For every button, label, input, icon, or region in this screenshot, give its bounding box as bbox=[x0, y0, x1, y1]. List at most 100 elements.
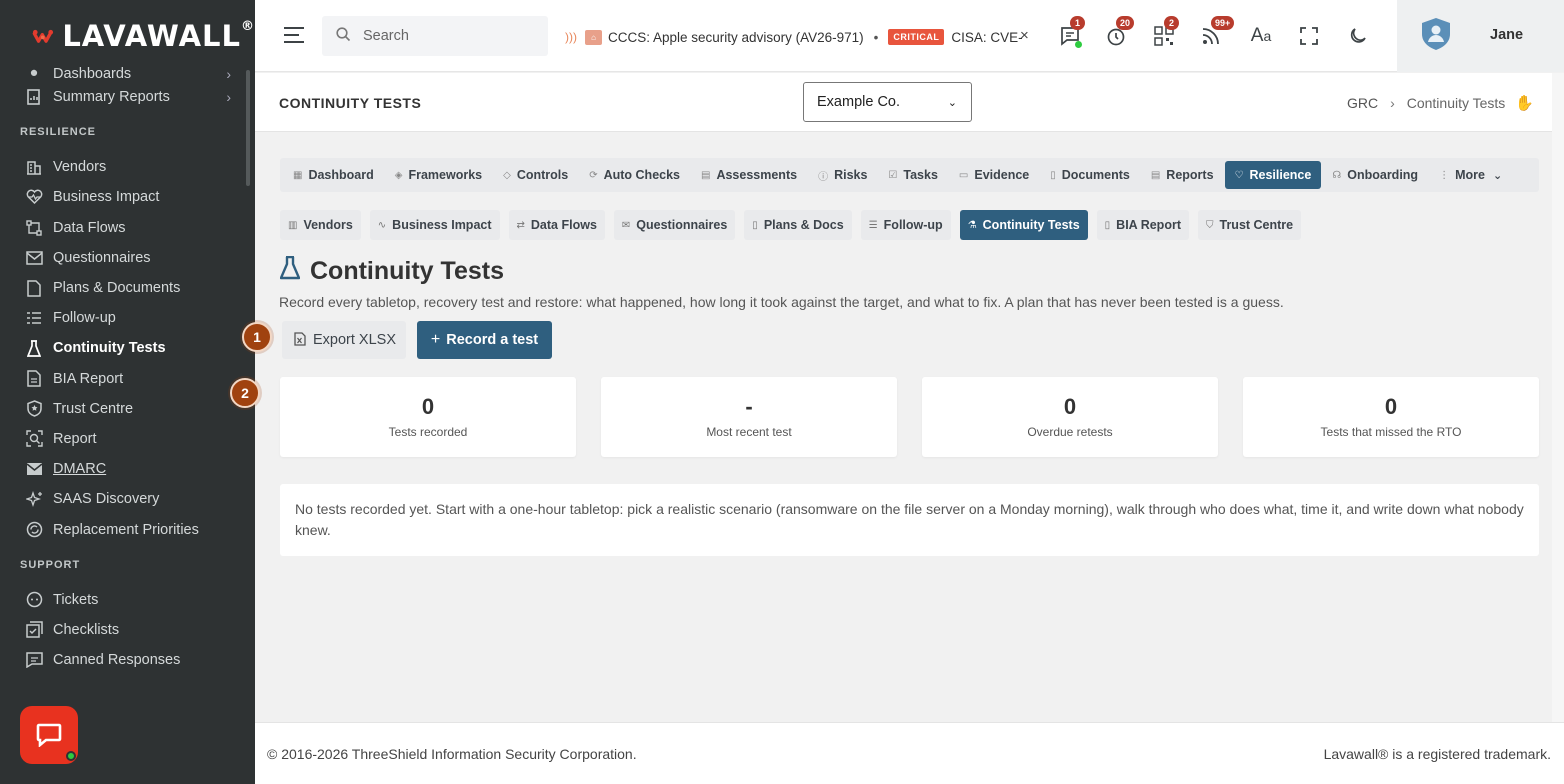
breadcrumb-item-current: Continuity Tests bbox=[1406, 95, 1506, 111]
chevron-right-icon: › bbox=[226, 66, 231, 82]
feeds-icon[interactable]: 99+ bbox=[1199, 16, 1235, 48]
messages-badge: 1 bbox=[1070, 16, 1085, 30]
sidebar-item-questionnaires[interactable]: Questionnaires bbox=[0, 243, 255, 273]
news-ticker[interactable]: ))) ⌂ CCCS: Apple security advisory (AV2… bbox=[565, 26, 1305, 48]
report-icon: ▤ bbox=[1150, 169, 1161, 181]
tab-frameworks[interactable]: ◈ Frameworks bbox=[395, 168, 482, 182]
sidebar-item-label: Continuity Tests bbox=[53, 340, 166, 357]
subtab-vendors[interactable]: ▥ Vendors bbox=[280, 210, 361, 240]
sidebar-item-continuity-tests[interactable]: Continuity Tests bbox=[0, 333, 255, 363]
page-description: Record every tabletop, recovery test and… bbox=[279, 294, 1284, 310]
sidebar-item-label: Checklists bbox=[53, 621, 120, 638]
stat-value: 0 bbox=[1384, 394, 1398, 419]
subtab-plans-docs[interactable]: ▯ Plans & Docs bbox=[744, 210, 852, 240]
sidebar-item-label: Canned Responses bbox=[53, 652, 181, 669]
fullscreen-icon[interactable] bbox=[1297, 24, 1321, 48]
tab-resilience[interactable]: ♡ Resilience bbox=[1224, 161, 1322, 189]
subtab-questionnaires[interactable]: ✉ Questionnaires bbox=[613, 210, 736, 240]
user-menu[interactable]: Jane bbox=[1397, 0, 1564, 72]
sidebar-item-data-flows[interactable]: Data Flows bbox=[0, 213, 255, 243]
sidebar-item-bia-report[interactable]: BIA Report bbox=[0, 364, 255, 394]
stat-value: - bbox=[745, 394, 753, 419]
record-test-button[interactable]: + Record a test bbox=[417, 321, 552, 359]
tab-more[interactable]: ⋮ More ⌄ bbox=[1439, 168, 1502, 182]
page-scrollbar[interactable] bbox=[1552, 73, 1564, 723]
more-icon: ⋮ bbox=[1439, 169, 1450, 181]
stat-label: Overdue retests bbox=[1027, 425, 1113, 439]
search-input[interactable]: Search bbox=[322, 16, 548, 56]
close-ticker-icon[interactable]: × bbox=[1020, 27, 1029, 44]
lavawall-logo-icon bbox=[32, 29, 54, 43]
dark-mode-icon[interactable] bbox=[1346, 24, 1370, 48]
building-icon: ▥ bbox=[288, 219, 298, 231]
tab-dashboard[interactable]: ▦ Dashboard bbox=[293, 168, 374, 182]
envelope-check-icon bbox=[25, 460, 43, 478]
sub-tabs: ▥ Vendors ∿ Business Impact ⇄ Data Flows ✉ Q… bbox=[280, 210, 1310, 240]
subtab-bia-report[interactable]: ▯ BIA Report bbox=[1096, 210, 1189, 240]
sidebar-item-summary-reports[interactable]: Summary Reports › bbox=[0, 82, 255, 112]
tab-documents[interactable]: ▯ Documents bbox=[1050, 168, 1130, 182]
critical-badge: CRITICAL bbox=[888, 29, 945, 45]
sidebar-item-label: Questionnaires bbox=[53, 249, 151, 266]
sidebar: LAVAWALL® ● Dashboards › Summary Reports… bbox=[0, 0, 255, 784]
checkbox-icon: ☑ bbox=[888, 169, 898, 181]
messages-icon[interactable]: 1 bbox=[1058, 16, 1085, 48]
sidebar-item-trust-centre[interactable]: Trust Centre bbox=[0, 394, 255, 424]
sidebar-item-canned-responses[interactable]: Canned Responses bbox=[0, 645, 255, 675]
tab-tasks[interactable]: ☑ Tasks bbox=[888, 168, 937, 182]
sidebar-item-report[interactable]: Report bbox=[0, 424, 255, 454]
ticker-item[interactable]: CISA: CVE- bbox=[951, 30, 1022, 45]
heart-pulse-icon bbox=[25, 188, 43, 206]
sidebar-item-tickets[interactable]: Tickets bbox=[0, 585, 255, 615]
info-icon: ⓘ bbox=[818, 171, 829, 183]
organization-select[interactable]: Example Co. ⌄ bbox=[803, 82, 972, 122]
subtab-continuity-tests[interactable]: ⚗ Continuity Tests bbox=[959, 210, 1088, 240]
subtab-label: Follow-up bbox=[883, 218, 943, 232]
tab-auto-checks[interactable]: ⟳ Auto Checks bbox=[589, 168, 680, 182]
sidebar-item-plans-documents[interactable]: Plans & Documents bbox=[0, 273, 255, 303]
subtab-business-impact[interactable]: ∿ Business Impact bbox=[369, 210, 500, 240]
refresh-icon: ⟳ bbox=[589, 169, 598, 181]
font-size-icon[interactable]: Aa bbox=[1248, 24, 1274, 48]
subtab-label: Trust Centre bbox=[1219, 218, 1294, 232]
sidebar-scrollbar[interactable] bbox=[246, 70, 250, 186]
sidebar-item-checklists[interactable]: Checklists bbox=[0, 615, 255, 645]
sidebar-item-saas-discovery[interactable]: SAAS Discovery bbox=[0, 484, 255, 514]
mail-icon bbox=[25, 249, 43, 267]
tab-onboarding[interactable]: ☊ Onboarding bbox=[1332, 168, 1418, 182]
tab-assessments[interactable]: ▤ Assessments bbox=[701, 168, 797, 182]
breadcrumb-item-grc[interactable]: GRC bbox=[1347, 95, 1378, 111]
subtab-follow-up[interactable]: ☰ Follow-up bbox=[860, 210, 951, 240]
sidebar-item-dashboards[interactable]: ● Dashboards › bbox=[0, 60, 255, 82]
tab-reports[interactable]: ▤ Reports bbox=[1151, 168, 1214, 182]
heart-icon: ♡ bbox=[1234, 169, 1244, 181]
stat-label: Most recent test bbox=[706, 425, 792, 439]
tab-risks[interactable]: ⓘ Risks bbox=[818, 168, 867, 183]
subtab-label: Continuity Tests bbox=[982, 218, 1080, 232]
sidebar-item-dmarc[interactable]: DMARC bbox=[0, 454, 255, 484]
timer-icon[interactable]: 20 bbox=[1104, 16, 1135, 48]
hand-cursor-icon: ✋ bbox=[1515, 95, 1534, 112]
layers-icon: ◈ bbox=[394, 169, 403, 181]
stat-value: 0 bbox=[1063, 394, 1077, 419]
sidebar-section-resilience: RESILIENCE bbox=[20, 126, 97, 139]
menu-icon[interactable] bbox=[283, 26, 305, 44]
user-name: Jane bbox=[1490, 27, 1524, 43]
stat-value: 0 bbox=[421, 394, 435, 419]
sidebar-item-replacement-priorities[interactable]: Replacement Priorities bbox=[0, 514, 255, 544]
sidebar-item-business-impact[interactable]: Business Impact bbox=[0, 182, 255, 212]
top-bar: Search ))) ⌂ CCCS: Apple security adviso… bbox=[255, 0, 1564, 72]
tab-controls[interactable]: ◇ Controls bbox=[503, 168, 568, 182]
ticker-item[interactable]: CCCS: Apple security advisory (AV26-971) bbox=[608, 30, 864, 45]
subtab-trust-centre[interactable]: ⛉ Trust Centre bbox=[1198, 210, 1302, 240]
document-icon: ▯ bbox=[752, 219, 758, 231]
main-tabs: ▦ Dashboard ◈ Frameworks ◇ Controls ⟳ Auto C… bbox=[280, 158, 1539, 192]
sidebar-item-vendors[interactable]: Vendors bbox=[0, 152, 255, 182]
tab-evidence[interactable]: ▭ Evidence bbox=[959, 168, 1029, 182]
tab-label: Dashboard bbox=[308, 168, 374, 182]
subtab-data-flows[interactable]: ⇄ Data Flows bbox=[508, 210, 605, 240]
sidebar-item-follow-up[interactable]: Follow-up bbox=[0, 303, 255, 333]
qr-code-icon[interactable]: 2 bbox=[1152, 16, 1179, 48]
export-xlsx-button[interactable]: Export XLSX bbox=[282, 321, 406, 359]
search-placeholder: Search bbox=[363, 28, 409, 44]
